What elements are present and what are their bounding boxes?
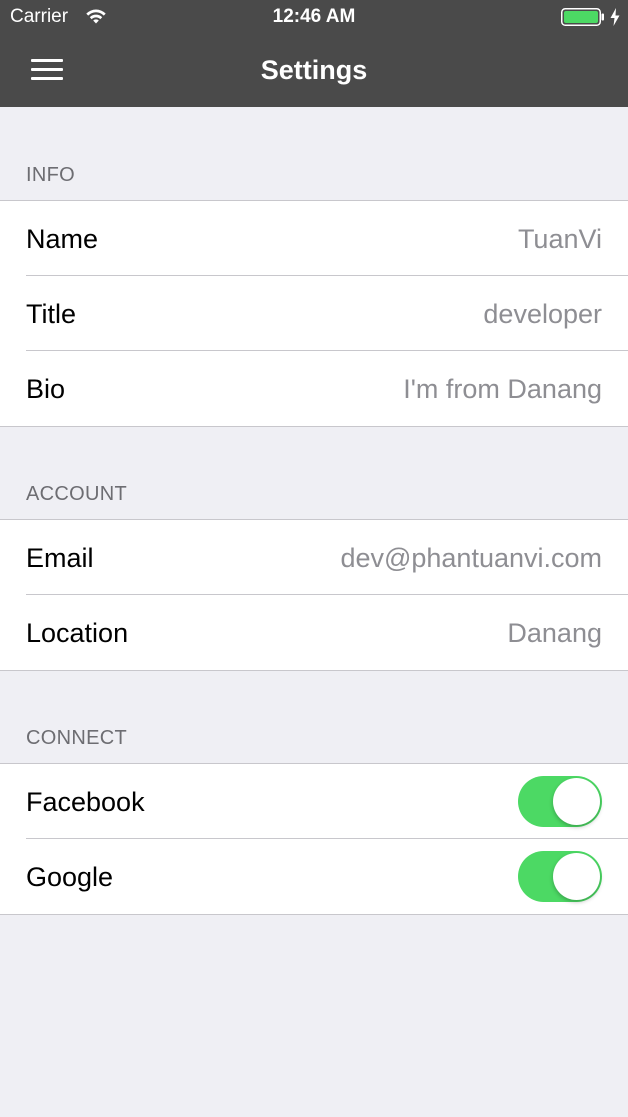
name-value[interactable]: TuanVi [518,223,602,255]
navigation-bar: Settings [0,34,628,107]
status-time: 12:46 AM [272,6,356,27]
row-label: Bio [26,374,66,404]
row-bio[interactable]: Bio I'm from Danang [0,350,628,426]
row-label: Email [26,543,94,573]
row-title[interactable]: Title developer [0,275,628,351]
row-label: Name [26,224,99,254]
row-google: Google [0,838,628,914]
row-name[interactable]: Name TuanVi [0,201,628,276]
row-email[interactable]: Email dev@phantuanvi.com [0,520,628,595]
row-label: Location [26,618,129,648]
account-group: Email dev@phantuanvi.com Location Danang [0,519,628,671]
title-value[interactable]: developer [483,298,602,330]
bio-value[interactable]: I'm from Danang [403,373,602,405]
info-group: Name TuanVi Title developer Bio I'm from… [0,200,628,427]
row-label: Google [26,862,114,892]
battery-icon [561,8,604,26]
section-header-info: INFO [26,164,75,186]
page-title: Settings [260,55,368,85]
section-header-connect: CONNECT [26,727,127,749]
row-facebook: Facebook [0,764,628,839]
toggle-knob [553,778,600,825]
row-location[interactable]: Location Danang [0,594,628,670]
battery-level-fill [564,11,598,23]
top-bar: Carrier 12:46 AM Settings [0,0,628,107]
section-header-account: ACCOUNT [26,483,127,505]
google-toggle[interactable] [518,851,602,902]
toggle-knob [553,853,600,900]
row-label: Title [26,299,77,329]
status-bar: Carrier 12:46 AM [0,0,628,34]
connect-group: Facebook Google [0,763,628,915]
settings-screen: Carrier 12:46 AM Settings INFO Name Tuan… [0,0,628,1117]
email-value[interactable]: dev@phantuanvi.com [340,542,602,574]
facebook-toggle[interactable] [518,776,602,827]
location-value[interactable]: Danang [507,617,602,649]
charging-bolt-icon [610,8,620,26]
row-label: Facebook [26,787,145,817]
